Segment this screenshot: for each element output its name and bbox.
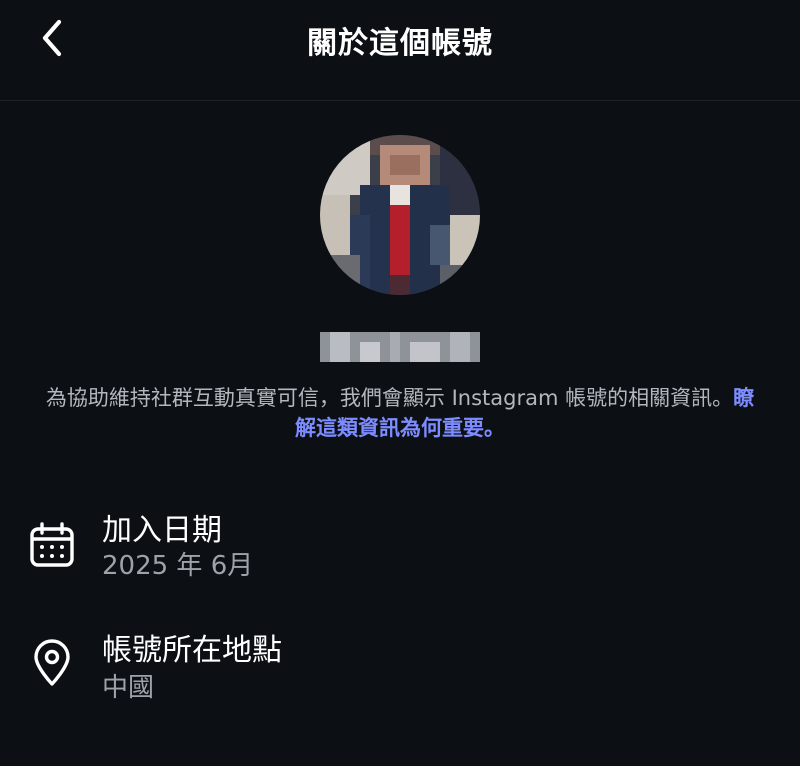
join-date-label: 加入日期 xyxy=(102,513,222,548)
header: 關於這個帳號 xyxy=(0,0,800,101)
description-text: 為協助維持社群互動真實可信，我們會顯示 Instagram 帳號的相關資訊。 xyxy=(45,386,734,410)
account-info-description: 為協助維持社群互動真實可信，我們會顯示 Instagram 帳號的相關資訊。瞭解… xyxy=(40,383,760,443)
avatar[interactable] xyxy=(320,135,480,295)
username xyxy=(310,332,490,362)
calendar-icon xyxy=(26,519,78,571)
join-date-row: 加入日期 2025 年 6月 xyxy=(0,505,800,585)
location-label: 帳號所在地點 xyxy=(102,633,282,668)
location-pin-icon xyxy=(26,637,78,689)
location-row: 帳號所在地點 中國 xyxy=(0,625,800,705)
location-value: 中國 xyxy=(102,673,155,703)
username-blurred xyxy=(310,332,490,362)
page-title: 關於這個帳號 xyxy=(307,26,493,61)
join-date-value: 2025 年 6月 xyxy=(102,551,254,581)
profile-avatar-pixelated xyxy=(320,135,480,295)
